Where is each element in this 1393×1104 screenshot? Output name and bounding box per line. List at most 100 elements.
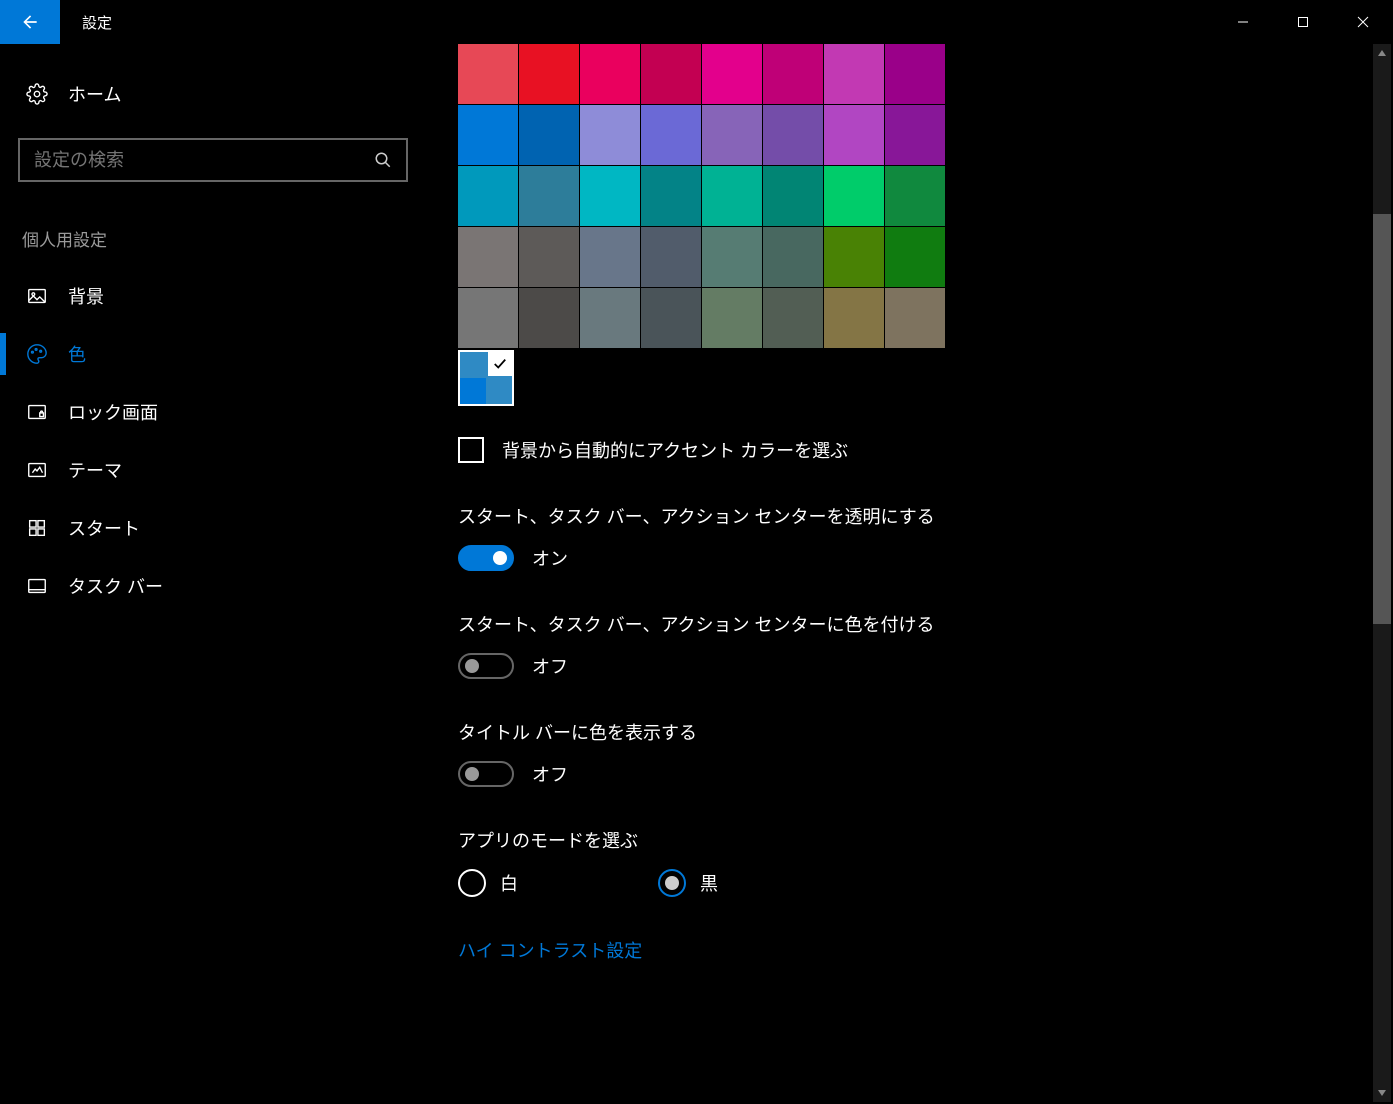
radio-label: 黒 [700, 870, 718, 896]
color-swatch[interactable] [458, 105, 518, 165]
toggle-state-label: オン [532, 545, 568, 571]
nav-item-start[interactable]: スタート [18, 499, 420, 557]
color-swatch[interactable] [641, 44, 701, 104]
color-swatch[interactable] [580, 227, 640, 287]
back-button[interactable] [0, 0, 60, 44]
auto-accent-checkbox[interactable] [458, 437, 484, 463]
close-button[interactable] [1333, 4, 1393, 40]
color-swatch[interactable] [702, 166, 762, 226]
color-swatch[interactable] [763, 227, 823, 287]
gear-icon [26, 83, 48, 105]
color-swatch[interactable] [458, 166, 518, 226]
color-swatch[interactable] [824, 166, 884, 226]
color-swatch[interactable] [641, 288, 701, 348]
color-swatch[interactable] [641, 166, 701, 226]
lockscreen-icon [26, 401, 48, 423]
nav-label: テーマ [68, 457, 122, 483]
color-swatch[interactable] [580, 44, 640, 104]
scroll-up-icon[interactable] [1373, 44, 1391, 62]
toggle-state-label: オフ [532, 761, 568, 787]
toggle-setting: タイトル バーに色を表示する オフ [458, 719, 1393, 787]
color-swatch[interactable] [885, 288, 945, 348]
radio-button[interactable] [658, 869, 686, 897]
setting-title: スタート、タスク バー、アクション センターに色を付ける [458, 611, 1393, 637]
color-swatch[interactable] [824, 288, 884, 348]
app-mode-title: アプリのモードを選ぶ [458, 827, 1393, 853]
scrollbar[interactable] [1373, 44, 1391, 1102]
maximize-button[interactable] [1273, 4, 1333, 40]
nav-item-lockscreen[interactable]: ロック画面 [18, 383, 420, 441]
color-swatch[interactable] [702, 227, 762, 287]
toggle-switch[interactable] [458, 761, 514, 787]
high-contrast-link[interactable]: ハイ コントラスト設定 [458, 937, 642, 963]
section-title: 個人用設定 [18, 226, 420, 251]
nav-label: ロック画面 [68, 399, 158, 425]
color-swatch[interactable] [580, 166, 640, 226]
palette-icon [26, 343, 48, 365]
toggle-setting: スタート、タスク バー、アクション センターに色を付ける オフ [458, 611, 1393, 679]
radio-option[interactable]: 黒 [658, 869, 718, 897]
color-swatch[interactable] [519, 166, 579, 226]
color-swatch[interactable] [519, 227, 579, 287]
search-input[interactable] [34, 150, 374, 171]
color-swatch[interactable] [641, 227, 701, 287]
taskbar-icon [26, 575, 48, 597]
color-swatch[interactable] [580, 288, 640, 348]
radio-option[interactable]: 白 [458, 869, 518, 897]
toggle-state-label: オフ [532, 653, 568, 679]
color-swatch[interactable] [885, 105, 945, 165]
color-swatch[interactable] [885, 227, 945, 287]
nav-item-themes[interactable]: テーマ [18, 441, 420, 499]
home-label: ホーム [68, 81, 121, 107]
nav-item-taskbar[interactable]: タスク バー [18, 557, 420, 615]
color-swatch[interactable] [458, 44, 518, 104]
color-swatch[interactable] [885, 44, 945, 104]
setting-title: スタート、タスク バー、アクション センターを透明にする [458, 503, 1393, 529]
search-icon [374, 151, 392, 169]
search-box[interactable] [18, 138, 408, 182]
toggle-switch[interactable] [458, 653, 514, 679]
color-swatch[interactable] [702, 44, 762, 104]
window-controls [1213, 4, 1393, 40]
selected-custom-color[interactable] [458, 350, 514, 406]
color-swatch[interactable] [458, 227, 518, 287]
color-swatch[interactable] [519, 105, 579, 165]
radio-label: 白 [500, 870, 518, 896]
color-swatch[interactable] [824, 105, 884, 165]
color-swatch[interactable] [885, 166, 945, 226]
color-swatch[interactable] [519, 44, 579, 104]
accent-color-grid [458, 44, 1393, 348]
content: 背景から自動的にアクセント カラーを選ぶ スタート、タスク バー、アクション セ… [420, 44, 1393, 1104]
nav-label: 背景 [68, 283, 104, 309]
auto-accent-label: 背景から自動的にアクセント カラーを選ぶ [502, 437, 848, 463]
color-swatch[interactable] [519, 288, 579, 348]
home-button[interactable]: ホーム [18, 72, 420, 116]
color-swatch[interactable] [763, 288, 823, 348]
radio-button[interactable] [458, 869, 486, 897]
color-swatch[interactable] [824, 44, 884, 104]
nav-item-background[interactable]: 背景 [18, 267, 420, 325]
color-swatch[interactable] [641, 105, 701, 165]
scrollbar-thumb[interactable] [1373, 214, 1391, 624]
titlebar: 設定 [0, 0, 1393, 44]
auto-accent-row[interactable]: 背景から自動的にアクセント カラーを選ぶ [458, 437, 1393, 463]
scroll-down-icon[interactable] [1373, 1084, 1391, 1102]
color-swatch[interactable] [763, 105, 823, 165]
color-swatch[interactable] [824, 227, 884, 287]
nav-item-colors[interactable]: 色 [18, 325, 420, 383]
minimize-button[interactable] [1213, 4, 1273, 40]
color-swatch[interactable] [702, 288, 762, 348]
nav-label: 色 [68, 341, 86, 367]
app-mode-setting: アプリのモードを選ぶ 白 黒 [458, 827, 1393, 897]
color-swatch[interactable] [763, 166, 823, 226]
color-swatch[interactable] [702, 105, 762, 165]
color-swatch[interactable] [580, 105, 640, 165]
themes-icon [26, 459, 48, 481]
nav-label: スタート [68, 515, 140, 541]
start-icon [26, 517, 48, 539]
checkmark-icon [488, 352, 512, 376]
color-swatch[interactable] [458, 288, 518, 348]
toggle-switch[interactable] [458, 545, 514, 571]
picture-icon [26, 285, 48, 307]
color-swatch[interactable] [763, 44, 823, 104]
